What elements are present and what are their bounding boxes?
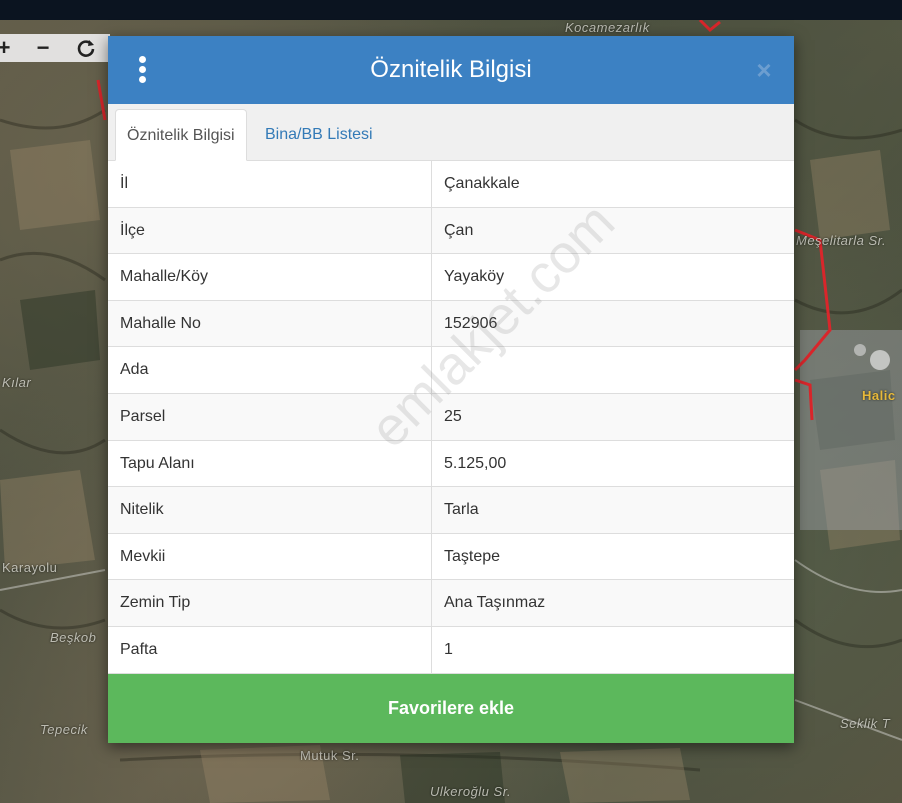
map-label: Kocamezarlık xyxy=(565,20,650,35)
top-bar xyxy=(0,0,902,20)
row-value: 5.125,00 xyxy=(444,454,507,472)
row-key: Mevkii xyxy=(120,547,166,565)
table-row: Tapu Alanı 5.125,00 xyxy=(108,440,794,488)
attribute-info-modal: Öznitelik Bilgisi × Öznitelik Bilgisi Bi… xyxy=(108,36,794,743)
refresh-icon[interactable] xyxy=(76,36,96,60)
modal-header: Öznitelik Bilgisi × xyxy=(108,36,794,104)
row-value: Taştepe xyxy=(444,547,501,565)
row-value: Yayaköy xyxy=(444,268,505,286)
row-key: Parsel xyxy=(120,407,166,425)
zoom-in-icon[interactable]: + xyxy=(0,36,14,60)
row-key: Zemin Tip xyxy=(120,594,191,612)
attribute-table: İl Çanakkale İlçe Çan Mahalle/Köy Yayakö… xyxy=(108,161,794,674)
row-key: Nitelik xyxy=(120,501,164,519)
row-value: Ana Taşınmaz xyxy=(444,594,546,612)
row-key: Pafta xyxy=(120,640,158,658)
map-label: Beşkob xyxy=(50,630,97,645)
table-row: İl Çanakkale xyxy=(108,161,794,208)
table-row: Nitelik Tarla xyxy=(108,487,794,534)
map-label: Tepecik xyxy=(40,722,88,737)
row-value: Çan xyxy=(444,221,474,239)
map-label: Karayolu xyxy=(2,560,58,575)
map-label: Halic xyxy=(862,388,896,403)
row-key: İlçe xyxy=(120,221,145,239)
table-row: Mahalle/Köy Yayaköy xyxy=(108,254,794,301)
tab-building-list[interactable]: Bina/BB Listesi xyxy=(254,109,384,161)
table-row: Mahalle No 152906 xyxy=(108,300,794,348)
table-row: Zemin Tip Ana Taşınmaz xyxy=(108,580,794,627)
row-value: 152906 xyxy=(444,314,498,332)
map-label: Ulkeroğlu Sr. xyxy=(430,784,512,799)
row-value: 1 xyxy=(444,640,453,658)
row-key: Mahalle No xyxy=(120,314,201,332)
table-row: Parsel 25 xyxy=(108,393,794,441)
row-value: Çanakkale xyxy=(444,175,520,192)
row-key: İl xyxy=(120,175,128,192)
row-value: 25 xyxy=(444,407,462,425)
map-label: Seklik T xyxy=(840,716,891,731)
modal-title: Öznitelik Bilgisi xyxy=(370,56,532,83)
tab-attribute-info[interactable]: Öznitelik Bilgisi xyxy=(115,109,247,161)
table-row: Pafta 1 xyxy=(108,626,794,674)
add-to-favorites-button[interactable]: Favorilere ekle xyxy=(108,674,794,743)
kebab-menu-icon[interactable] xyxy=(132,56,152,84)
map-label: Meşelitarla Sr. xyxy=(796,233,887,248)
row-key: Ada xyxy=(120,361,149,379)
table-row: İlçe Çan xyxy=(108,207,794,255)
close-icon[interactable]: × xyxy=(752,56,776,84)
zoom-out-icon[interactable]: − xyxy=(33,36,53,60)
row-key: Mahalle/Köy xyxy=(120,268,209,286)
row-key: Tapu Alanı xyxy=(120,454,195,472)
map-label: Kılar xyxy=(2,375,32,390)
table-row: Ada xyxy=(108,347,794,394)
tab-bar: Öznitelik Bilgisi Bina/BB Listesi xyxy=(108,104,794,161)
table-row: Mevkii Taştepe xyxy=(108,533,794,581)
map-label: Mutuk Sr. xyxy=(300,748,360,763)
row-value: Tarla xyxy=(444,501,479,519)
